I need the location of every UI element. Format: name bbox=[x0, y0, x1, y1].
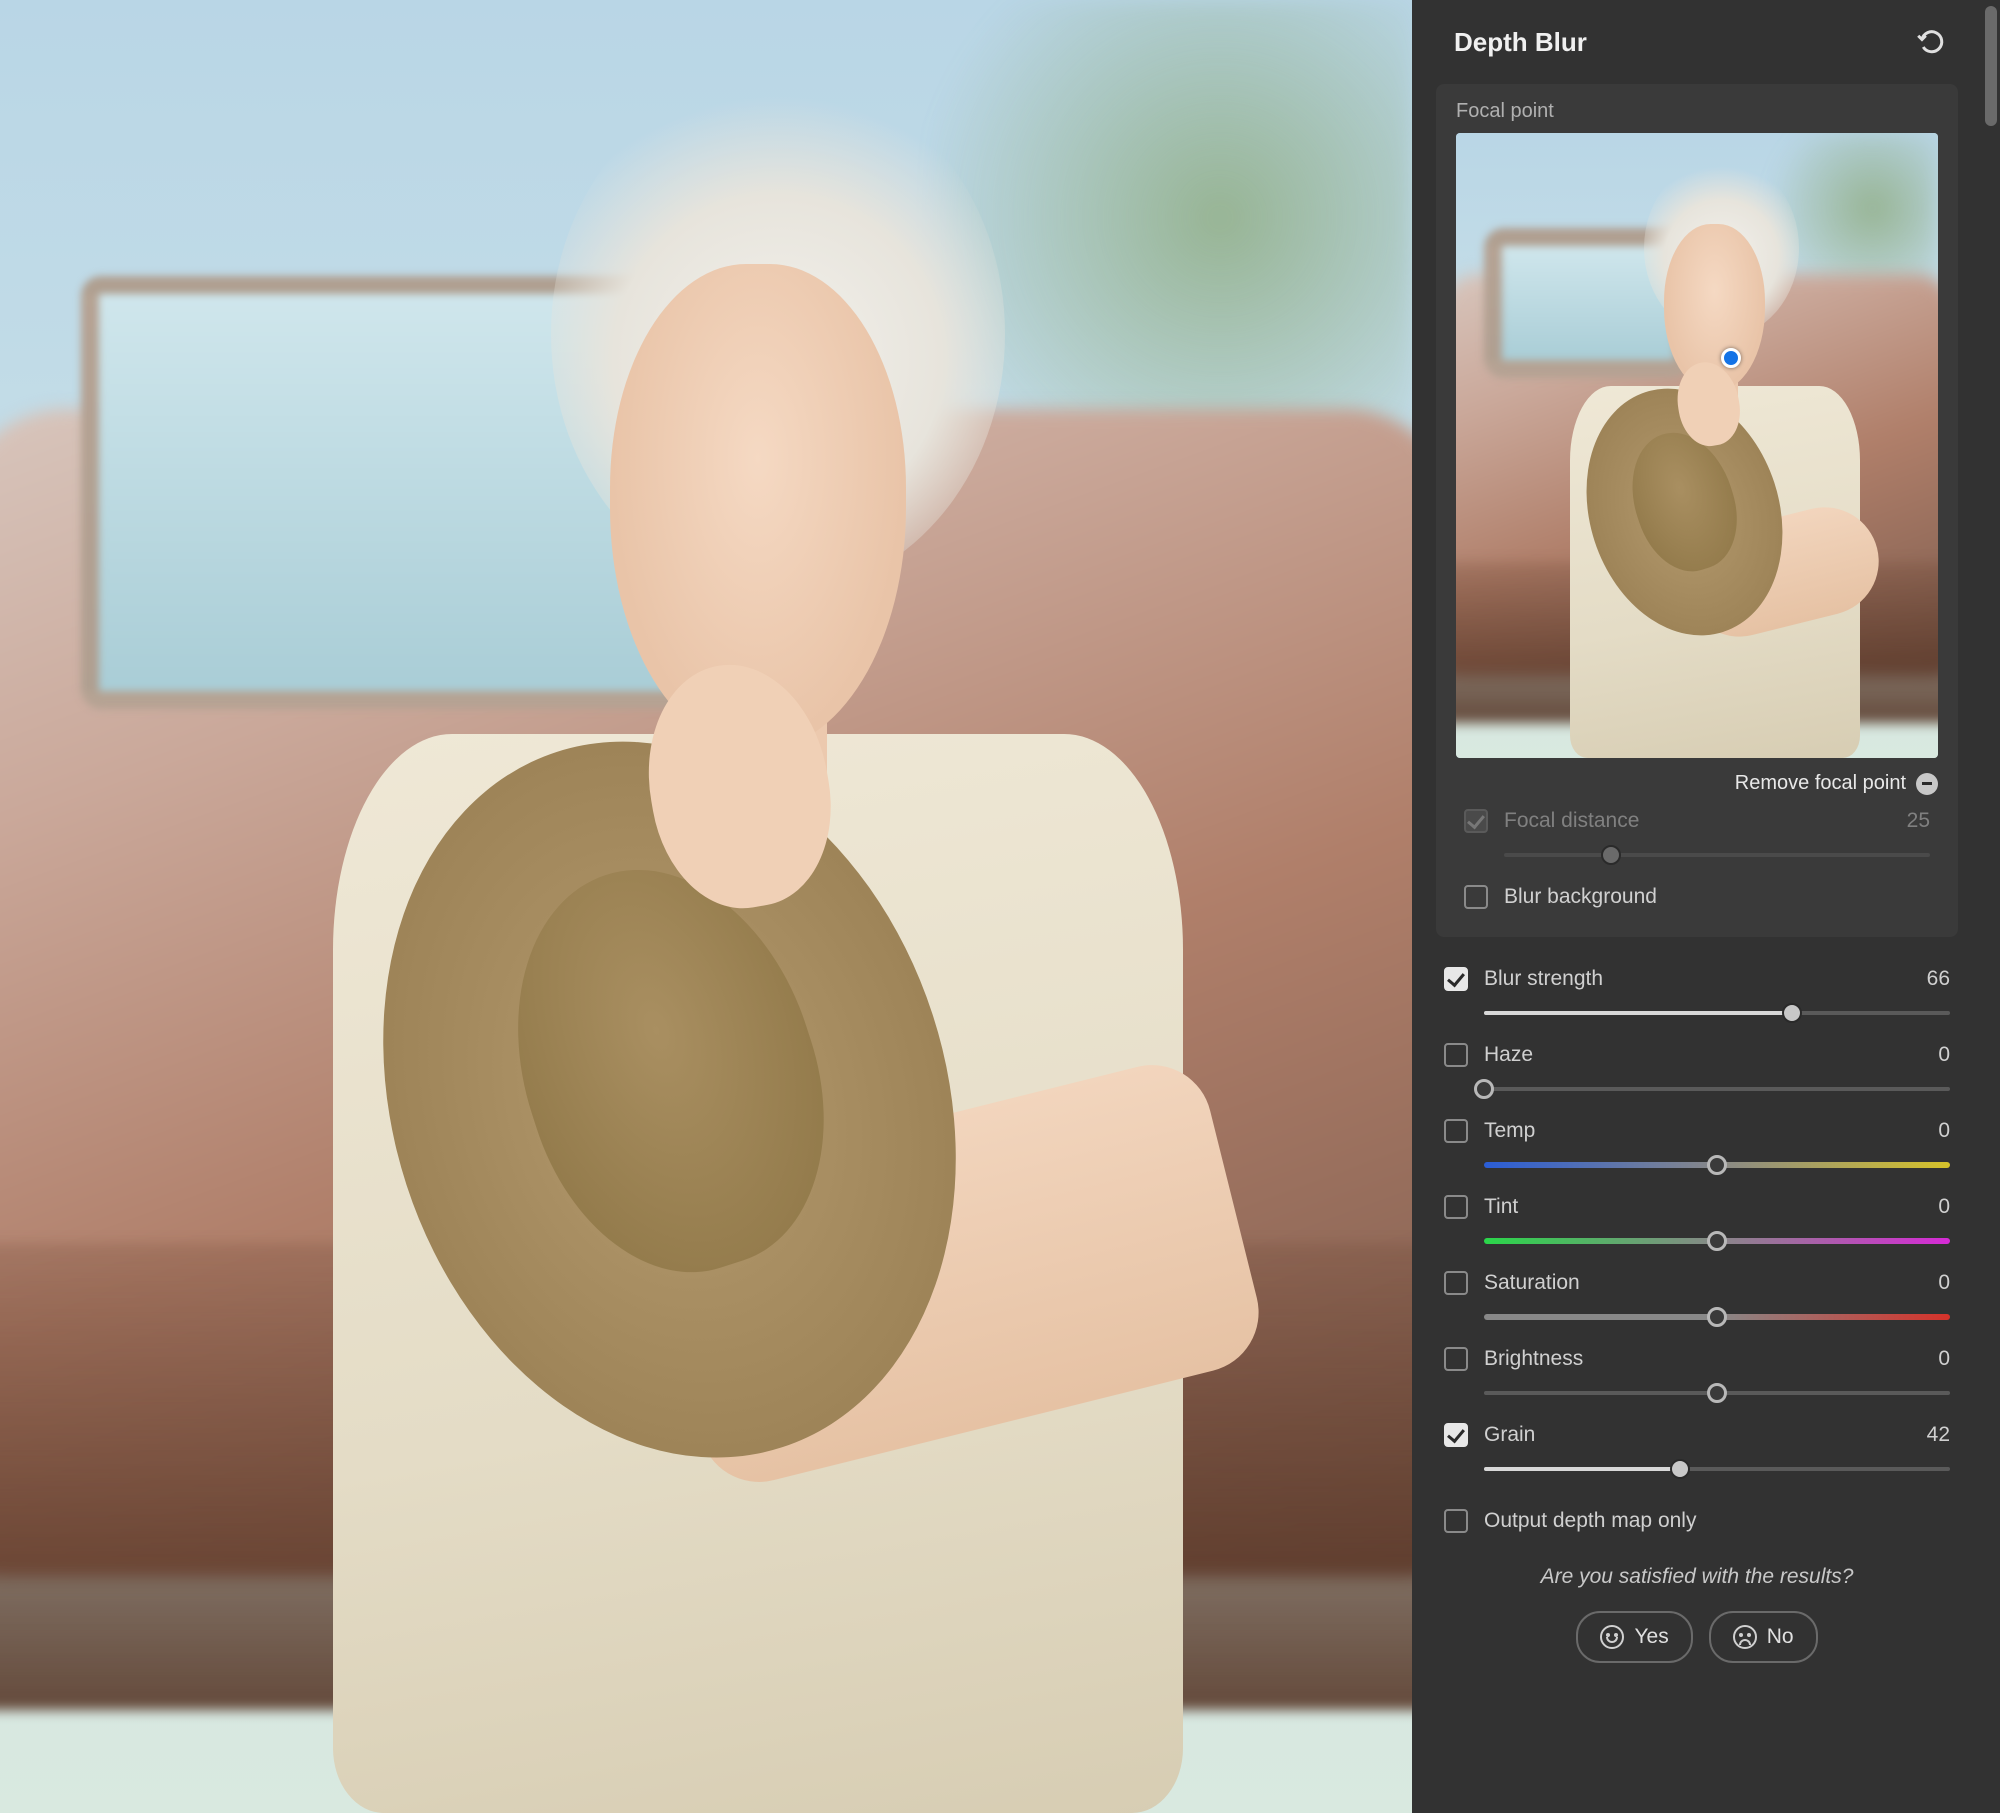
saturation-value: 0 bbox=[1938, 1271, 1950, 1295]
remove-focal-point-button[interactable]: Remove focal point bbox=[1735, 772, 1906, 795]
blur-strength-slider[interactable] bbox=[1484, 1001, 1950, 1025]
saturation-label: Saturation bbox=[1484, 1271, 1922, 1295]
brightness-label: Brightness bbox=[1484, 1347, 1922, 1371]
panel-title: Depth Blur bbox=[1454, 27, 1587, 58]
focal-point-section: Focal point Remove focal point Fo bbox=[1436, 84, 1958, 937]
frown-icon bbox=[1733, 1625, 1757, 1649]
tint-label: Tint bbox=[1484, 1195, 1922, 1219]
brightness-checkbox[interactable] bbox=[1444, 1347, 1468, 1371]
haze-checkbox[interactable] bbox=[1444, 1043, 1468, 1067]
properties-panel: Depth Blur Focal point bbox=[1412, 0, 2000, 1813]
painted-subject bbox=[254, 73, 1242, 1813]
brightness-slider[interactable] bbox=[1484, 1381, 1950, 1405]
temp-value: 0 bbox=[1938, 1119, 1950, 1143]
tint-control: Tint 0 bbox=[1436, 1181, 1958, 1257]
minus-circle-icon[interactable] bbox=[1916, 773, 1938, 795]
focal-point-marker[interactable] bbox=[1721, 348, 1741, 368]
focal-point-label: Focal point bbox=[1456, 100, 1938, 123]
focal-distance-value: 25 bbox=[1907, 809, 1930, 833]
saturation-checkbox[interactable] bbox=[1444, 1271, 1468, 1295]
slider-group: Blur strength 66 Haze 0 bbox=[1436, 953, 1958, 1537]
focal-point-preview[interactable] bbox=[1456, 133, 1938, 758]
saturation-control: Saturation 0 bbox=[1436, 1257, 1958, 1333]
temp-checkbox[interactable] bbox=[1444, 1119, 1468, 1143]
output-depth-control: Output depth map only bbox=[1436, 1495, 1958, 1537]
haze-label: Haze bbox=[1484, 1043, 1922, 1067]
image-canvas[interactable] bbox=[0, 0, 1412, 1813]
blur-strength-control: Blur strength 66 bbox=[1436, 953, 1958, 1029]
focal-distance-label: Focal distance bbox=[1504, 809, 1891, 833]
scrollbar-thumb[interactable] bbox=[1985, 6, 1997, 126]
blur-background-checkbox[interactable] bbox=[1464, 885, 1488, 909]
tint-checkbox[interactable] bbox=[1444, 1195, 1468, 1219]
feedback-no-label: No bbox=[1767, 1625, 1794, 1649]
grain-checkbox[interactable] bbox=[1444, 1423, 1468, 1447]
grain-label: Grain bbox=[1484, 1423, 1911, 1447]
reset-button[interactable] bbox=[1914, 24, 1950, 60]
temp-control: Temp 0 bbox=[1436, 1105, 1958, 1181]
feedback-no-button[interactable]: No bbox=[1709, 1611, 1818, 1663]
haze-value: 0 bbox=[1938, 1043, 1950, 1067]
haze-slider[interactable] bbox=[1484, 1077, 1950, 1101]
saturation-slider[interactable] bbox=[1484, 1305, 1950, 1329]
undo-icon bbox=[1917, 27, 1947, 57]
grain-slider[interactable] bbox=[1484, 1457, 1950, 1481]
feedback-yes-button[interactable]: Yes bbox=[1576, 1611, 1692, 1663]
tint-value: 0 bbox=[1938, 1195, 1950, 1219]
smile-icon bbox=[1600, 1625, 1624, 1649]
output-depth-label: Output depth map only bbox=[1484, 1509, 1950, 1533]
tint-slider[interactable] bbox=[1484, 1229, 1950, 1253]
feedback-section: Are you satisfied with the results? Yes … bbox=[1436, 1537, 1958, 1699]
brightness-control: Brightness 0 bbox=[1436, 1333, 1958, 1409]
haze-control: Haze 0 bbox=[1436, 1029, 1958, 1105]
temp-slider[interactable] bbox=[1484, 1153, 1950, 1177]
grain-control: Grain 42 bbox=[1436, 1409, 1958, 1485]
grain-value: 42 bbox=[1927, 1423, 1950, 1447]
focal-distance-checkbox bbox=[1464, 809, 1488, 833]
panel-scrollbar[interactable] bbox=[1982, 0, 2000, 1813]
blur-strength-checkbox[interactable] bbox=[1444, 967, 1468, 991]
blur-strength-label: Blur strength bbox=[1484, 967, 1911, 991]
focal-distance-control: Focal distance 25 bbox=[1456, 795, 1938, 871]
feedback-question: Are you satisfied with the results? bbox=[1436, 1565, 1958, 1589]
blur-strength-value: 66 bbox=[1927, 967, 1950, 991]
focal-distance-slider bbox=[1504, 843, 1930, 867]
app-root: Depth Blur Focal point bbox=[0, 0, 2000, 1813]
output-depth-checkbox[interactable] bbox=[1444, 1509, 1468, 1533]
temp-label: Temp bbox=[1484, 1119, 1922, 1143]
brightness-value: 0 bbox=[1938, 1347, 1950, 1371]
feedback-yes-label: Yes bbox=[1634, 1625, 1668, 1649]
panel-header: Depth Blur bbox=[1436, 0, 1958, 84]
blur-background-label: Blur background bbox=[1504, 885, 1930, 909]
blur-background-control: Blur background bbox=[1456, 871, 1938, 913]
